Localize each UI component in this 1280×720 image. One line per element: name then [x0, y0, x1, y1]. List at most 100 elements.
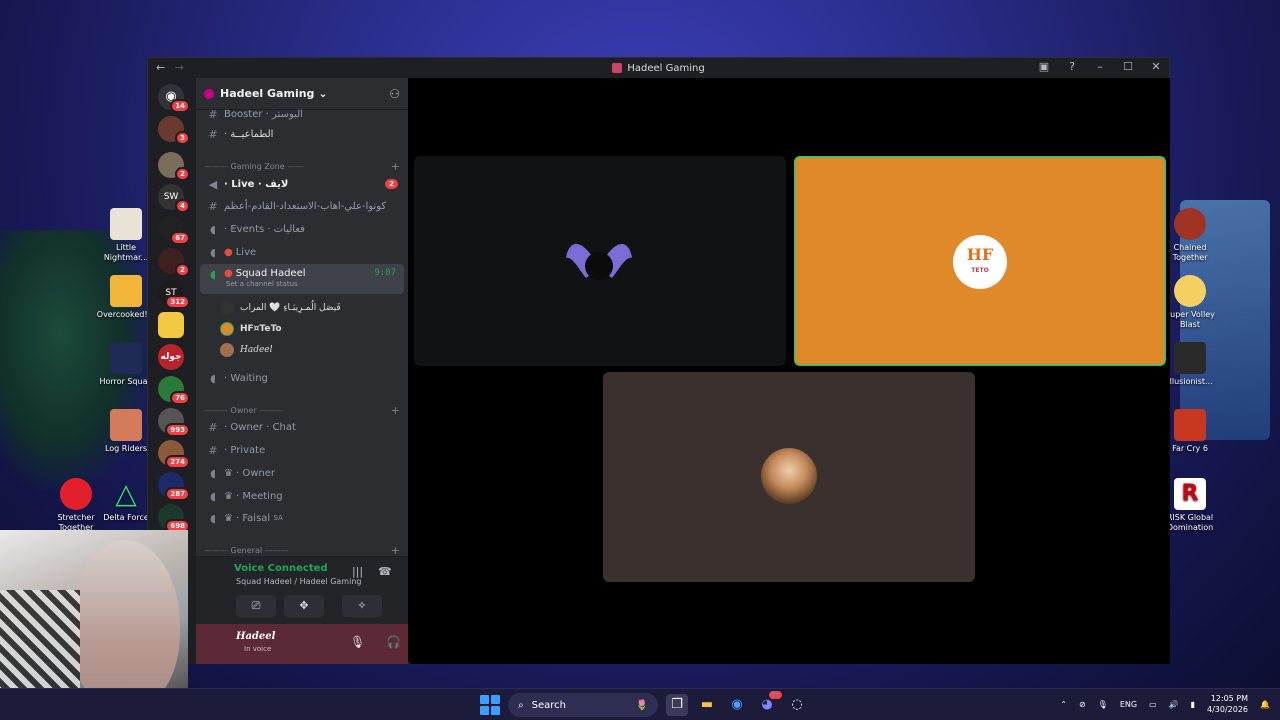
volleyball-icon [1174, 275, 1206, 307]
overwolf-icon[interactable]: ◌ [786, 694, 808, 716]
add-channel-icon[interactable]: + [391, 404, 400, 417]
screen-share-button[interactable]: ⎚ [236, 595, 276, 617]
illusionist-icon [1174, 342, 1206, 374]
voice-stage: HF TETO [410, 78, 1170, 664]
title-bar: ← → Hadeel Gaming ▣ ? – ☐ ✕ [148, 58, 1169, 78]
log-riders-icon [110, 409, 142, 441]
chevron-up-icon[interactable]: ⌃ [1060, 700, 1067, 709]
far-cry-icon [1174, 409, 1206, 441]
notifications-icon[interactable]: 🔔 [1260, 700, 1270, 709]
start-button[interactable] [480, 695, 500, 715]
window-title: Hadeel Gaming [612, 63, 705, 74]
server-icon-11[interactable]: 274 [158, 440, 190, 469]
server-icon-10[interactable]: 993 [158, 408, 190, 437]
channel-arabic-text[interactable]: # كونوا-علي-اهاب-الاستعداد-القادم-أعظم [200, 196, 404, 216]
server-icon-13[interactable]: 698 [158, 504, 190, 533]
participant-avatar [761, 448, 817, 504]
horror-squad-icon [110, 342, 142, 374]
speaker-icon: ◖ [210, 511, 216, 525]
add-channel-icon[interactable]: + [391, 160, 400, 173]
network-off-icon[interactable]: ⊘ [1079, 700, 1086, 709]
channel-private[interactable]: # · Private [200, 440, 404, 460]
server-icon-12[interactable]: 287 [158, 472, 190, 501]
channel-booster[interactable]: # Booster · البوستر [200, 104, 404, 124]
category-gaming-zone[interactable]: ——— Gaming Zone —— + [204, 160, 400, 173]
server-icon-st[interactable]: ST 312 [158, 280, 190, 309]
channel-waiting[interactable]: ◖ · Waiting [200, 368, 404, 388]
server-icon-9[interactable]: 76 [158, 376, 190, 405]
channel-live-ar[interactable]: ◀ · Live · لايف 2 [200, 174, 404, 194]
task-view-icon[interactable]: ❐ [666, 694, 688, 716]
search-icon: ⌕ [518, 699, 524, 711]
hash-icon: # [208, 420, 218, 434]
discord-window: ← → Hadeel Gaming ▣ ? – ☐ ✕ ◉ 14 3 2 SW 4 … [147, 57, 1170, 664]
avatar [220, 343, 234, 357]
discord-taskbar-icon[interactable]: ◕ 9+ [756, 691, 782, 716]
back-button[interactable]: ← [156, 61, 165, 74]
hash-icon: # [208, 199, 218, 213]
server-icon-7[interactable] [158, 312, 184, 338]
server-icon-5[interactable]: 2 [158, 248, 190, 277]
speaker-icon: ◖ [210, 245, 216, 259]
battery-icon[interactable]: ▮ [1191, 700, 1195, 709]
hash-icon: # [208, 107, 218, 121]
invite-people-icon[interactable]: ⚇ [389, 87, 400, 101]
microphone-tray-icon[interactable]: 🎙 [1098, 700, 1108, 709]
server-icon-sw[interactable]: SW 4 [158, 184, 190, 213]
nav-arrows: ← → [156, 61, 184, 74]
delta-force-icon: △ [115, 477, 137, 510]
inbox-icon[interactable]: ▣ [1037, 60, 1051, 73]
crown-icon: ♛ [224, 490, 233, 502]
minimize-button[interactable]: – [1093, 60, 1107, 73]
crown-icon: ♛ [224, 467, 233, 479]
category-owner[interactable]: ——— Owner ——— + [204, 404, 400, 417]
taskbar-search[interactable]: ⌕ Search 🌷 [508, 693, 658, 717]
channel-status-hint[interactable]: Set a channel status [226, 280, 298, 288]
channel-owner-chat[interactable]: # · Owner · Chat [200, 417, 404, 437]
headphones-icon[interactable]: 🎧 [386, 635, 401, 649]
speaker-icon: ◖ [210, 222, 216, 236]
server-icon-1[interactable]: 3 [158, 116, 190, 145]
system-tray: ⌃ ⊘ 🎙 ENG ▭ 🔊 ▮ 12:05 PM 4/30/2026 🔔 [1060, 693, 1270, 715]
discord-home-icon[interactable]: ◉ 14 [158, 84, 190, 113]
server-icon-2[interactable]: 2 [158, 152, 190, 181]
disconnect-icon[interactable]: ☎ [378, 565, 392, 578]
risk-icon: R [1174, 478, 1206, 510]
voice-user-1[interactable]: فَيصَل الُمـرِيبَـاءِ 🤍 المراب [220, 299, 341, 317]
webcam-face [70, 540, 180, 710]
close-button[interactable]: ✕ [1149, 60, 1163, 73]
activities-button[interactable]: ✥ [284, 595, 324, 617]
hash-icon: # [208, 443, 218, 457]
chrome-icon[interactable]: ◉ [726, 694, 748, 716]
announcement-icon: ◀ [208, 177, 218, 191]
clock[interactable]: 12:05 PM 4/30/2026 [1207, 693, 1248, 715]
voice-user-2[interactable]: HF¤TeTo [220, 320, 282, 338]
microphone-icon[interactable]: 🎙 [350, 635, 365, 649]
forward-button[interactable]: → [175, 61, 184, 74]
participant-tile-1[interactable] [414, 156, 786, 366]
channel-events[interactable]: ◖ · Events · فعاليات [200, 219, 404, 239]
volume-icon[interactable]: 🔊 [1169, 700, 1179, 709]
speaker-icon: ◖ [210, 466, 216, 480]
participant-tile-2-speaking[interactable]: HF TETO [794, 156, 1166, 366]
cast-icon[interactable]: ▭ [1149, 700, 1157, 709]
crown-icon: ♛ [224, 512, 233, 524]
file-explorer-icon[interactable]: ▬ [696, 694, 718, 716]
soundboard-button[interactable]: ✧ [342, 595, 382, 617]
channel-meeting[interactable]: ◖ ♛ · Meeting [200, 486, 404, 506]
channel-squad-hadeel[interactable]: ◖ ● Squad Hadeel 9:07 Set a channel status [200, 264, 404, 294]
noise-suppression-icon[interactable]: ||| [352, 565, 363, 578]
channel-owner[interactable]: ◖ ♛ · Owner [200, 463, 404, 483]
avatar [220, 322, 234, 336]
participant-tile-3[interactable] [603, 372, 975, 582]
overcooked-icon [110, 275, 142, 307]
voice-user-3[interactable]: Hadeel [220, 341, 273, 359]
server-icon-jawla[interactable]: جوله [158, 344, 184, 370]
channel-rules[interactable]: # · الطماعيــة [200, 124, 404, 144]
window-controls: ▣ ? – ☐ ✕ [1037, 60, 1163, 73]
channel-faisal[interactable]: ◖ ♛ · Faisal SA [200, 508, 404, 528]
server-icon-4[interactable]: 67 [158, 216, 190, 245]
maximize-button[interactable]: ☐ [1121, 60, 1135, 73]
help-icon[interactable]: ? [1065, 60, 1079, 73]
channel-live[interactable]: ◖ ● Live [200, 242, 404, 262]
